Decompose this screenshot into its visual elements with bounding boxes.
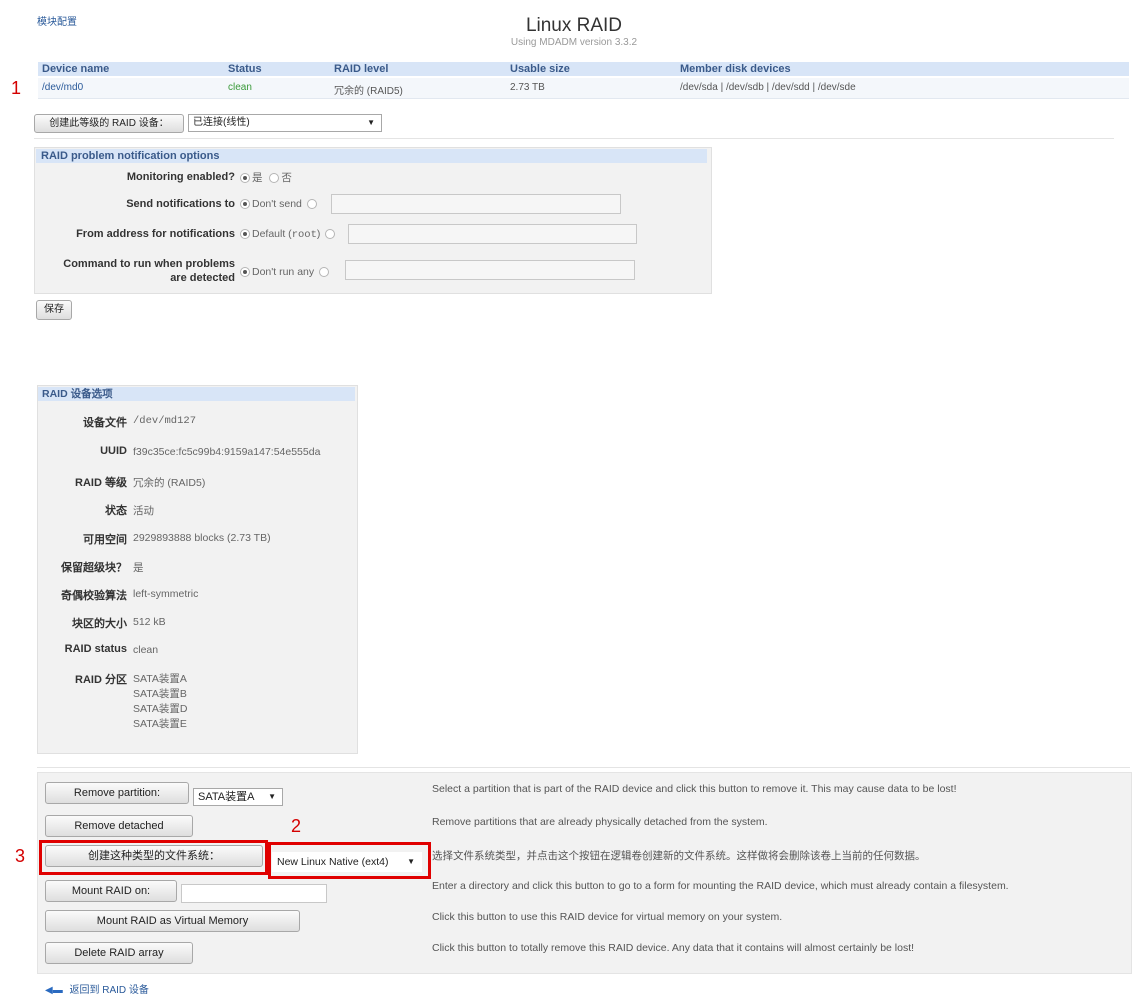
- col-status: Status: [228, 63, 262, 75]
- divider: [37, 767, 1130, 768]
- create-filesystem-desc: 选择文件系统类型，并点击这个按钮在逻辑卷创建新的文件系统。这样做将会删除该卷上当…: [432, 850, 926, 862]
- list-item: SATA装置A: [133, 673, 187, 685]
- list-item: SATA装置E: [133, 718, 187, 730]
- command-label: Command to run when problems are detecte…: [40, 257, 235, 285]
- send-default-label: Don't send: [252, 198, 302, 210]
- monitoring-label: Monitoring enabled?: [126, 171, 235, 183]
- monitoring-no-radio[interactable]: [269, 173, 280, 184]
- parity-label: 奇偶校验算法: [61, 590, 127, 602]
- raid-level-label: RAID 等级: [75, 477, 127, 489]
- highlight-box-3: [39, 840, 268, 875]
- monitoring-yes-label: 是: [252, 172, 263, 184]
- remove-partition-button[interactable]: Remove partition:: [45, 782, 189, 804]
- superblock-label: 保留超级块？: [61, 562, 127, 574]
- highlight-box-2: [268, 842, 431, 879]
- col-device-name: Device name: [42, 63, 110, 75]
- monitoring-no-label: 否: [281, 172, 292, 184]
- usable-space-label: 可用空间: [83, 534, 127, 546]
- chunk-size-value: 512 kB: [133, 616, 166, 628]
- device-file-label: 设备文件: [83, 417, 127, 429]
- from-default-code: root: [291, 229, 317, 241]
- row-raid-level: 冗余的 (RAID5): [334, 86, 403, 97]
- command-default-label: Don't run any: [252, 266, 315, 278]
- from-radios: Default (root): [240, 228, 337, 241]
- command-label-line1: Command to run when problems: [63, 258, 235, 270]
- command-radios: Don't run any: [240, 266, 331, 278]
- raid-level-selected: 已连接(线性): [193, 117, 250, 128]
- raid-table-header: Device name Status RAID level Usable siz…: [38, 62, 1129, 76]
- list-item: SATA装置D: [133, 703, 188, 715]
- command-default-radio[interactable]: [240, 267, 250, 278]
- page-header: Linux RAID Using MDADM version 3.3.2: [0, 15, 1134, 48]
- page-title: Linux RAID: [525, 15, 623, 36]
- uuid-value: f39c35ce:fc5c99b4:9159a147:54e555da: [133, 446, 321, 458]
- raid-partitions-label: RAID 分区: [75, 674, 127, 686]
- raid-status-label: RAID status: [64, 643, 127, 655]
- send-radios: Don't send: [240, 198, 319, 210]
- row-status: clean: [228, 82, 252, 93]
- usable-space-value: 2929893888 blocks (2.73 TB): [133, 532, 271, 544]
- back-to-raid-link[interactable]: 返回到 RAID 设备: [69, 985, 148, 996]
- device-options-title: RAID 设备选项: [38, 387, 355, 401]
- back-arrow-icon: ◀▬: [45, 985, 63, 996]
- remove-partition-selected: SATA装置A: [198, 791, 255, 803]
- back-link[interactable]: ◀▬ 返回到 RAID 设备: [45, 981, 149, 996]
- monitoring-radios: 是 否: [240, 170, 292, 185]
- state-value: 活动: [133, 505, 154, 517]
- mount-virtual-memory-button[interactable]: Mount RAID as Virtual Memory: [45, 910, 300, 932]
- list-item: SATA装置B: [133, 688, 187, 700]
- send-notifications-label: Send notifications to: [126, 198, 235, 210]
- mount-raid-button[interactable]: Mount RAID on:: [45, 880, 177, 902]
- raid-partitions-list: SATA装置A SATA装置B SATA装置D SATA装置E: [133, 672, 187, 732]
- table-row: /dev/md0 clean 冗余的 (RAID5) 2.73 TB /dev/…: [38, 78, 1129, 99]
- send-default-radio[interactable]: [240, 199, 250, 210]
- uuid-label: UUID: [100, 445, 127, 457]
- device-file-value: /dev/md127: [133, 415, 197, 427]
- annotation-2: 2: [291, 816, 302, 836]
- chevron-down-icon: ▼: [367, 118, 375, 127]
- save-button[interactable]: 保存: [36, 300, 72, 320]
- row-member-disks: /dev/sda | /dev/sdb | /dev/sdd | /dev/sd…: [680, 82, 856, 93]
- command-input[interactable]: [345, 260, 635, 280]
- command-custom-radio[interactable]: [319, 267, 330, 278]
- row-usable-size: 2.73 TB: [510, 82, 545, 93]
- remove-detached-desc: Remove partitions that are already physi…: [432, 816, 768, 828]
- parity-value: left-symmetric: [133, 588, 199, 600]
- chunk-size-label: 块区的大小: [72, 618, 127, 630]
- from-address-input[interactable]: [348, 224, 637, 244]
- col-usable-size: Usable size: [510, 63, 570, 75]
- superblock-value: 是: [133, 562, 144, 574]
- send-custom-radio[interactable]: [306, 199, 317, 210]
- page-subtitle: Using MDADM version 3.3.2: [510, 37, 638, 48]
- chevron-down-icon: ▼: [268, 792, 276, 801]
- send-notifications-input[interactable]: [331, 194, 621, 214]
- raid-level-value: 冗余的 (RAID5): [133, 477, 206, 489]
- annotation-3: 3: [15, 846, 26, 866]
- delete-raid-desc: Click this button to totally remove this…: [432, 942, 915, 954]
- mount-virtual-memory-desc: Click this button to use this RAID devic…: [432, 911, 783, 923]
- notification-title: RAID problem notification options: [36, 149, 707, 163]
- col-raid-level: RAID level: [334, 63, 389, 75]
- raid-level-select[interactable]: 已连接(线性) ▼: [188, 114, 382, 132]
- remove-partition-desc: Select a partition that is part of the R…: [432, 783, 957, 795]
- from-default-radio[interactable]: [240, 229, 250, 240]
- from-default-prefix: Default (: [252, 228, 292, 240]
- device-link-md0[interactable]: /dev/md0: [42, 82, 83, 93]
- annotation-1: 1: [11, 78, 22, 98]
- from-default-suffix: ): [316, 228, 321, 240]
- raid-status-value: clean: [133, 644, 159, 656]
- mount-raid-desc: Enter a directory and click this button …: [432, 880, 1009, 892]
- remove-partition-select[interactable]: SATA装置A ▼: [193, 788, 283, 806]
- divider: [34, 138, 1114, 139]
- from-address-label: From address for notifications: [76, 228, 235, 240]
- remove-detached-button[interactable]: Remove detached: [45, 815, 193, 837]
- monitoring-yes-radio[interactable]: [240, 173, 250, 184]
- col-member-disks: Member disk devices: [680, 63, 791, 75]
- create-raid-level-button[interactable]: 创建此等级的 RAID 设备：: [34, 114, 184, 133]
- command-label-line2: are detected: [170, 272, 235, 284]
- delete-raid-button[interactable]: Delete RAID array: [45, 942, 193, 964]
- from-custom-radio[interactable]: [325, 229, 336, 240]
- mount-directory-input[interactable]: [181, 884, 327, 903]
- state-label: 状态: [105, 505, 127, 517]
